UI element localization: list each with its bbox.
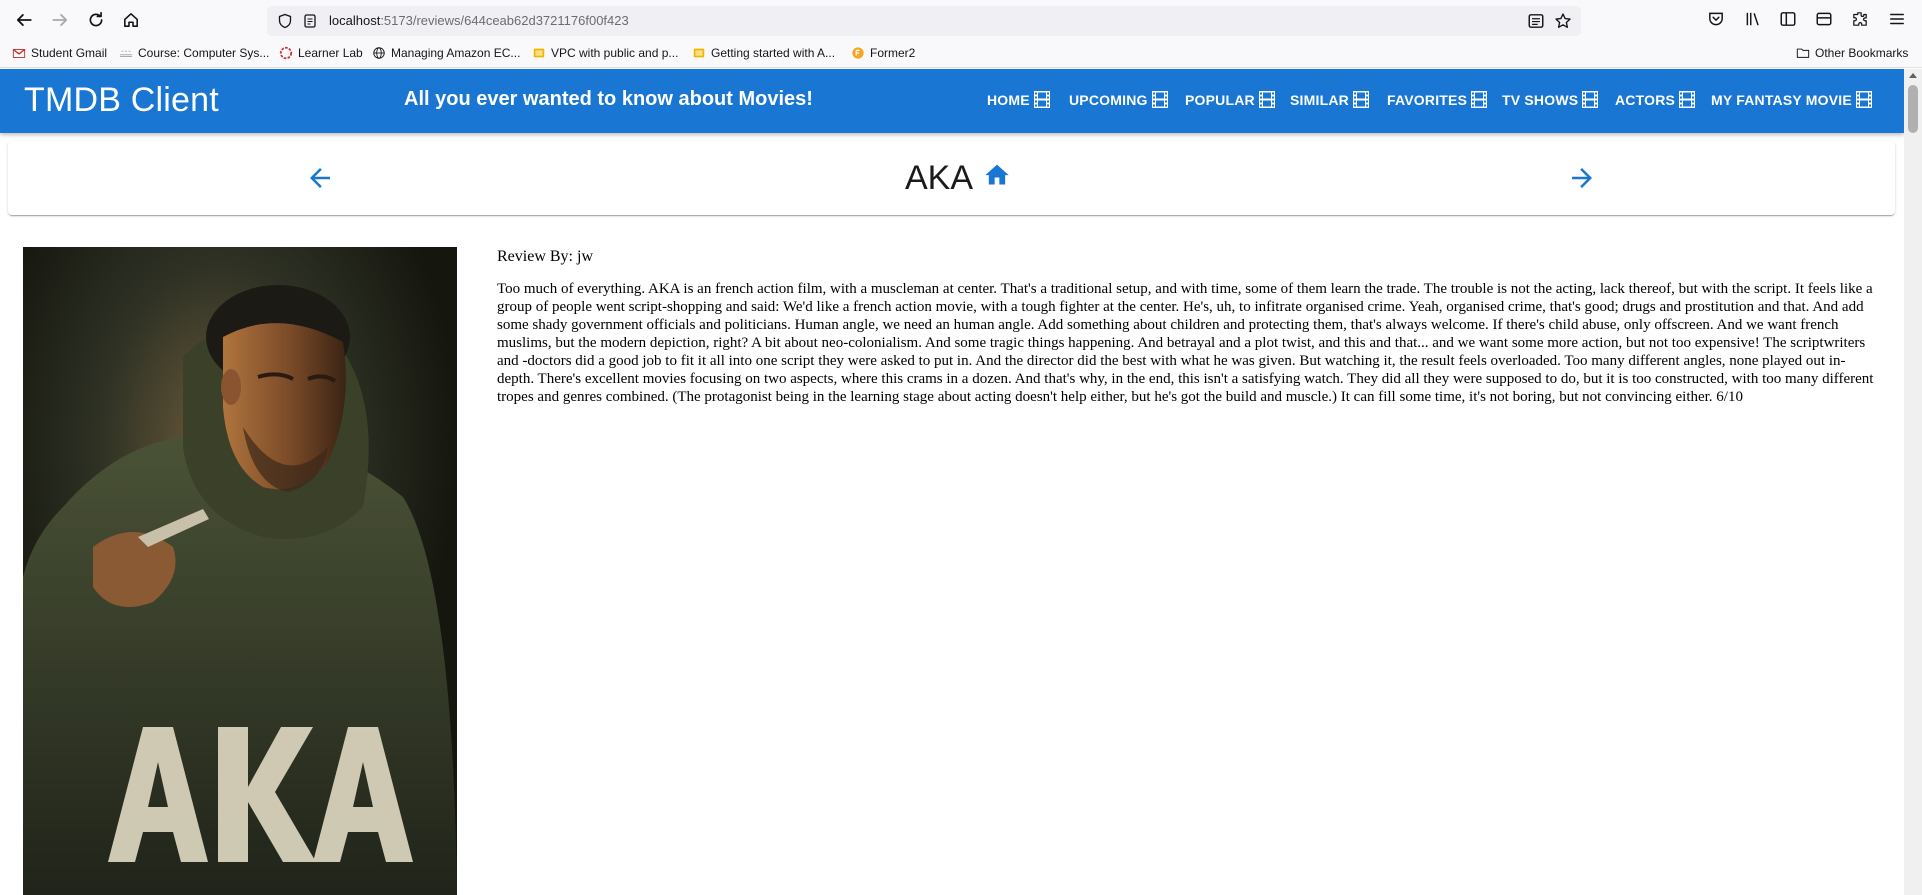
container-icon[interactable]: [1815, 10, 1833, 28]
folder-icon: [1796, 48, 1810, 58]
reload-icon: [89, 11, 103, 27]
url-path: :5173/reviews/644ceab62d3721176f00f423: [380, 13, 629, 28]
nav-favorites[interactable]: FAVORITES: [1387, 91, 1488, 108]
film-icon: [1258, 91, 1275, 108]
nav-label: ACTORS: [1615, 91, 1676, 108]
movie-poster: [23, 247, 457, 895]
aws-docs-icon: [533, 48, 545, 58]
nav-home[interactable]: HOME: [987, 91, 1050, 108]
former2-icon: [852, 47, 864, 59]
bookmark-label: Former2: [870, 46, 916, 60]
star-icon[interactable]: [1554, 12, 1572, 30]
arrow-left-icon: [16, 14, 32, 26]
learner-lab-icon: [279, 46, 293, 60]
arrow-right-icon: [52, 14, 68, 26]
nav-label: UPCOMING: [1069, 91, 1148, 108]
url-host: localhost: [329, 13, 381, 28]
globe-icon: [373, 47, 385, 59]
bookmark-label: Course: Computer Sys...: [138, 46, 270, 60]
bookmark-vpc[interactable]: VPC with public and p...: [532, 46, 678, 60]
app-tagline: All you ever wanted to know about Movies…: [404, 88, 813, 110]
scrollbar-track[interactable]: [1904, 69, 1922, 895]
scrollbar-up-arrow[interactable]: [1909, 73, 1917, 78]
reload-button[interactable]: [78, 2, 114, 38]
arrow-back-icon[interactable]: [305, 163, 335, 193]
film-icon: [1679, 91, 1696, 108]
nav-actors[interactable]: ACTORS: [1615, 91, 1696, 108]
reader-view-icon[interactable]: [1527, 12, 1545, 30]
review-author: Review By: jw: [497, 248, 593, 265]
library-icon[interactable]: [1744, 10, 1762, 28]
bookmark-getting-started[interactable]: Getting started with A...: [692, 46, 835, 60]
nav-label: POPULAR: [1185, 91, 1255, 108]
extensions-icon[interactable]: [1851, 10, 1869, 28]
review-section: Review By: jw Too much of everything. AK…: [497, 248, 1877, 406]
bookmark-course[interactable]: Course: Computer Sys...: [119, 46, 269, 60]
film-icon: [1352, 91, 1369, 108]
bookmark-label: Managing Amazon EC...: [391, 46, 521, 60]
film-icon: [1855, 91, 1872, 108]
bookmark-label: Student Gmail: [31, 46, 108, 60]
film-icon: [1033, 91, 1050, 108]
nav-label: TV SHOWS: [1502, 91, 1579, 108]
page-info-icon: [304, 14, 316, 28]
bookmark-label: Other Bookmarks: [1815, 46, 1909, 60]
menu-icon[interactable]: [1888, 10, 1906, 28]
nav-popular[interactable]: POPULAR: [1185, 91, 1275, 108]
bookmark-label: Learner Lab: [298, 46, 363, 60]
home-button[interactable]: [113, 2, 149, 38]
gmail-icon: [12, 48, 26, 58]
forward-button[interactable]: [42, 2, 78, 38]
pocket-icon[interactable]: [1707, 10, 1725, 28]
nav-label: SIMILAR: [1290, 91, 1349, 108]
aws-docs-icon: [693, 48, 705, 58]
nav-similar[interactable]: SIMILAR: [1290, 91, 1369, 108]
scrollbar-thumb[interactable]: [1908, 85, 1918, 133]
poster-artwork: [23, 247, 457, 895]
app-title: TMDB Client: [24, 81, 219, 119]
movie-title: AKA: [905, 159, 974, 197]
nav-my-fantasy-movie[interactable]: MY FANTASY MOVIE: [1711, 91, 1872, 108]
nav-label: MY FANTASY MOVIE: [1711, 91, 1852, 108]
film-icon: [1471, 91, 1488, 108]
bookmarks-bar: Student Gmail Course: Computer Sys... Le…: [0, 41, 1922, 68]
bookmark-label: VPC with public and p...: [551, 46, 679, 60]
bookmark-learner-lab[interactable]: Learner Lab: [279, 46, 363, 60]
review-content: Too much of everything. AKA is an french…: [497, 281, 1874, 405]
url-text: localhost:5173/reviews/644ceab62d3721176…: [329, 13, 629, 28]
home-icon[interactable]: [983, 161, 1011, 187]
course-icon: [119, 50, 133, 58]
bookmark-student-gmail[interactable]: Student Gmail: [12, 46, 107, 60]
shield-icon: [278, 13, 292, 29]
sidebar-icon[interactable]: [1779, 10, 1797, 28]
bookmark-former2[interactable]: Former2: [851, 46, 915, 60]
film-icon: [1151, 91, 1168, 108]
movie-header-paper: AKA: [8, 141, 1895, 215]
film-icon: [1582, 91, 1599, 108]
bookmark-label: Getting started with A...: [711, 46, 836, 60]
nav-label: FAVORITES: [1387, 91, 1468, 108]
home-outline-icon: [124, 13, 138, 27]
browser-toolbar: localhost:5173/reviews/644ceab62d3721176…: [0, 0, 1922, 41]
nav-tv-shows[interactable]: TV SHOWS: [1502, 91, 1599, 108]
arrow-forward-icon[interactable]: [1567, 163, 1597, 193]
bookmark-other[interactable]: Other Bookmarks: [1796, 46, 1908, 60]
nav-label: HOME: [987, 91, 1030, 108]
url-bar[interactable]: localhost:5173/reviews/644ceab62d3721176…: [267, 6, 1581, 36]
back-button[interactable]: [6, 2, 42, 38]
bookmark-managing-amazon[interactable]: Managing Amazon EC...: [372, 46, 520, 60]
nav-upcoming[interactable]: UPCOMING: [1069, 91, 1168, 108]
app-header: TMDB Client All you ever wanted to know …: [0, 69, 1904, 133]
